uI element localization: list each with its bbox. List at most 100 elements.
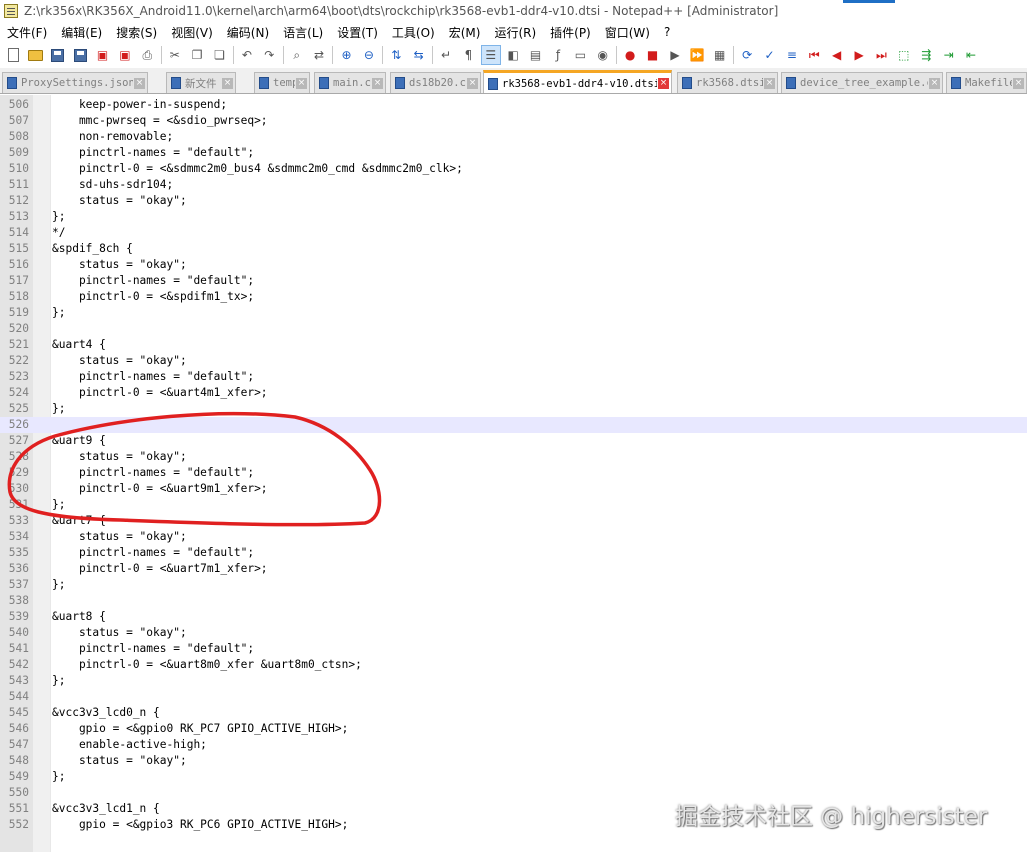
undo-button[interactable]: ↶ (238, 46, 256, 64)
code-line[interactable]: 506 keep-power-in-suspend; (0, 97, 1027, 113)
tab-close-icon[interactable]: × (372, 77, 383, 89)
compare-button[interactable]: ⟳ (738, 46, 756, 64)
code-line[interactable]: 538 (0, 593, 1027, 609)
tab-2[interactable]: 新文件 2× (166, 72, 236, 93)
code-line[interactable]: 525}; (0, 401, 1027, 417)
code-line[interactable]: 510 pinctrl-0 = <&sdmmc2m0_bus4 &sdmmc2m… (0, 161, 1027, 177)
code-line[interactable]: 530 pinctrl-0 = <&uart9m1_xfer>; (0, 481, 1027, 497)
print-button[interactable]: ⎙ (138, 46, 156, 64)
menu-item-9[interactable]: 运行(R) (487, 24, 543, 41)
code-line[interactable]: 515 &spdif_8ch { (0, 241, 1027, 257)
menu-item-7[interactable]: 工具(O) (385, 24, 442, 41)
sync-vertical-button[interactable]: ⇅ (387, 46, 405, 64)
tab-ds18b20-c[interactable]: ds18b20.c × (390, 72, 481, 93)
tab-close-icon[interactable]: × (658, 78, 669, 89)
code-line[interactable]: 537}; (0, 577, 1027, 593)
code-line[interactable]: 540 status = "okay"; (0, 625, 1027, 641)
menu-item-11[interactable]: 窗口(W) (598, 24, 657, 41)
code-line[interactable]: 547 enable-active-high; (0, 737, 1027, 753)
paste-button[interactable]: ❏ (211, 46, 229, 64)
plugin-c-button[interactable]: ⇥ (940, 46, 958, 64)
code-line[interactable]: 529 pinctrl-names = "default"; (0, 465, 1027, 481)
tab-close-icon[interactable]: × (929, 77, 940, 89)
code-line[interactable]: 539 &uart8 { (0, 609, 1027, 625)
run-macro-multiple-button[interactable]: ⏩ (688, 46, 706, 64)
save-button[interactable] (49, 46, 67, 64)
replace-button[interactable]: ⇄ (310, 46, 328, 64)
code-line[interactable]: 516 status = "okay"; (0, 257, 1027, 273)
code-line[interactable]: 517 pinctrl-names = "default"; (0, 273, 1027, 289)
menu-item-5[interactable]: 语言(L) (276, 24, 330, 41)
play-macro-button[interactable]: ▶ (666, 46, 684, 64)
tab-rk3568-evb1-ddr4-v10-dtsi[interactable]: rk3568-evb1-ddr4-v10.dtsi × (483, 70, 672, 93)
align-button[interactable]: ≡ (783, 46, 801, 64)
tab-temp-c[interactable]: temp.c× (254, 72, 310, 93)
tab-device-tree-example-c[interactable]: device_tree_example.c × (781, 72, 943, 93)
plugin-d-button[interactable]: ⇤ (962, 46, 980, 64)
tab-proxysettings-json[interactable]: ProxySettings.json × (2, 72, 148, 93)
last-diff-button[interactable]: ⏭ (872, 46, 890, 64)
code-line[interactable]: 522 status = "okay"; (0, 353, 1027, 369)
word-wrap-button[interactable]: ↵ (437, 46, 455, 64)
code-line[interactable]: 511 sd-uhs-sdr104; (0, 177, 1027, 193)
show-all-chars-button[interactable]: ¶ (459, 46, 477, 64)
tab-close-icon[interactable]: × (134, 77, 145, 89)
code-line[interactable]: 507 mmc-pwrseq = <&sdio_pwrseq>; (0, 113, 1027, 129)
code-line[interactable]: 535 pinctrl-names = "default"; (0, 545, 1027, 561)
find-button[interactable]: ⌕ (288, 46, 306, 64)
record-macro-button[interactable]: ● (621, 46, 639, 64)
menu-item-12[interactable]: ? (657, 25, 677, 39)
cut-button[interactable]: ✂ (166, 46, 184, 64)
plugin-b-button[interactable]: ⇶ (917, 46, 935, 64)
language-button[interactable]: ◧ (504, 46, 522, 64)
tab-close-icon[interactable]: × (1013, 77, 1024, 89)
save-all-button[interactable] (71, 46, 89, 64)
copy-button[interactable]: ❐ (188, 46, 206, 64)
code-line[interactable]: 524 pinctrl-0 = <&uart4m1_xfer>; (0, 385, 1027, 401)
tab-makefile[interactable]: Makefile × (946, 72, 1027, 93)
code-line[interactable]: 523 pinctrl-names = "default"; (0, 369, 1027, 385)
code-line[interactable]: 536 pinctrl-0 = <&uart7m1_xfer>; (0, 561, 1027, 577)
next-diff-button[interactable]: ▶ (850, 46, 868, 64)
code-line[interactable]: 549}; (0, 769, 1027, 785)
code-line[interactable]: 509 pinctrl-names = "default"; (0, 145, 1027, 161)
indent-guide-button[interactable]: ☰ (480, 45, 501, 65)
current-code-line[interactable]: 526 (0, 417, 1027, 433)
close-all-button[interactable]: ▣ (116, 46, 134, 64)
zoom-out-button[interactable]: ⊖ (360, 46, 378, 64)
menu-item-0[interactable]: 文件(F) (0, 24, 54, 41)
code-line[interactable]: 533 &uart7 { (0, 513, 1027, 529)
tab-main-c[interactable]: main.c × (314, 72, 386, 93)
code-editor[interactable]: 506 keep-power-in-suspend; 507 mmc-pwrseq… (0, 95, 1027, 852)
code-line[interactable]: 548 status = "okay"; (0, 753, 1027, 769)
redo-button[interactable]: ↷ (260, 46, 278, 64)
save-macro-button[interactable]: ▦ (711, 46, 729, 64)
function-list-button[interactable]: ƒ (549, 46, 567, 64)
code-line[interactable]: 545 &vcc3v3_lcd0_n { (0, 705, 1027, 721)
stop-macro-button[interactable]: ■ (644, 46, 662, 64)
menu-item-6[interactable]: 设置(T) (330, 24, 385, 41)
prev-diff-button[interactable]: ◀ (828, 46, 846, 64)
close-button[interactable]: ▣ (94, 46, 112, 64)
tab-close-icon[interactable]: × (467, 77, 478, 89)
code-line[interactable]: 544 (0, 689, 1027, 705)
sync-horizontal-button[interactable]: ⇆ (410, 46, 428, 64)
code-line[interactable]: 508 non-removable; (0, 129, 1027, 145)
code-line[interactable]: 541 pinctrl-names = "default"; (0, 641, 1027, 657)
open-file-button[interactable] (26, 46, 44, 64)
menu-item-10[interactable]: 插件(P) (543, 24, 598, 41)
monitor-button[interactable]: ◉ (594, 46, 612, 64)
tab-close-icon[interactable]: × (222, 77, 233, 89)
code-line[interactable]: 519}; (0, 305, 1027, 321)
code-line[interactable]: 531}; (0, 497, 1027, 513)
new-file-button[interactable] (4, 46, 22, 64)
doc-map-button[interactable]: ▤ (527, 46, 545, 64)
menu-item-1[interactable]: 编辑(E) (54, 24, 109, 41)
tab-close-icon[interactable]: × (764, 77, 775, 89)
first-diff-button[interactable]: ⏮ (805, 46, 823, 64)
menu-item-8[interactable]: 宏(M) (442, 24, 488, 41)
code-line[interactable]: 518 pinctrl-0 = <&spdifm1_tx>; (0, 289, 1027, 305)
code-line[interactable]: 514 */ (0, 225, 1027, 241)
code-line[interactable]: 527 &uart9 { (0, 433, 1027, 449)
code-line[interactable]: 534 status = "okay"; (0, 529, 1027, 545)
